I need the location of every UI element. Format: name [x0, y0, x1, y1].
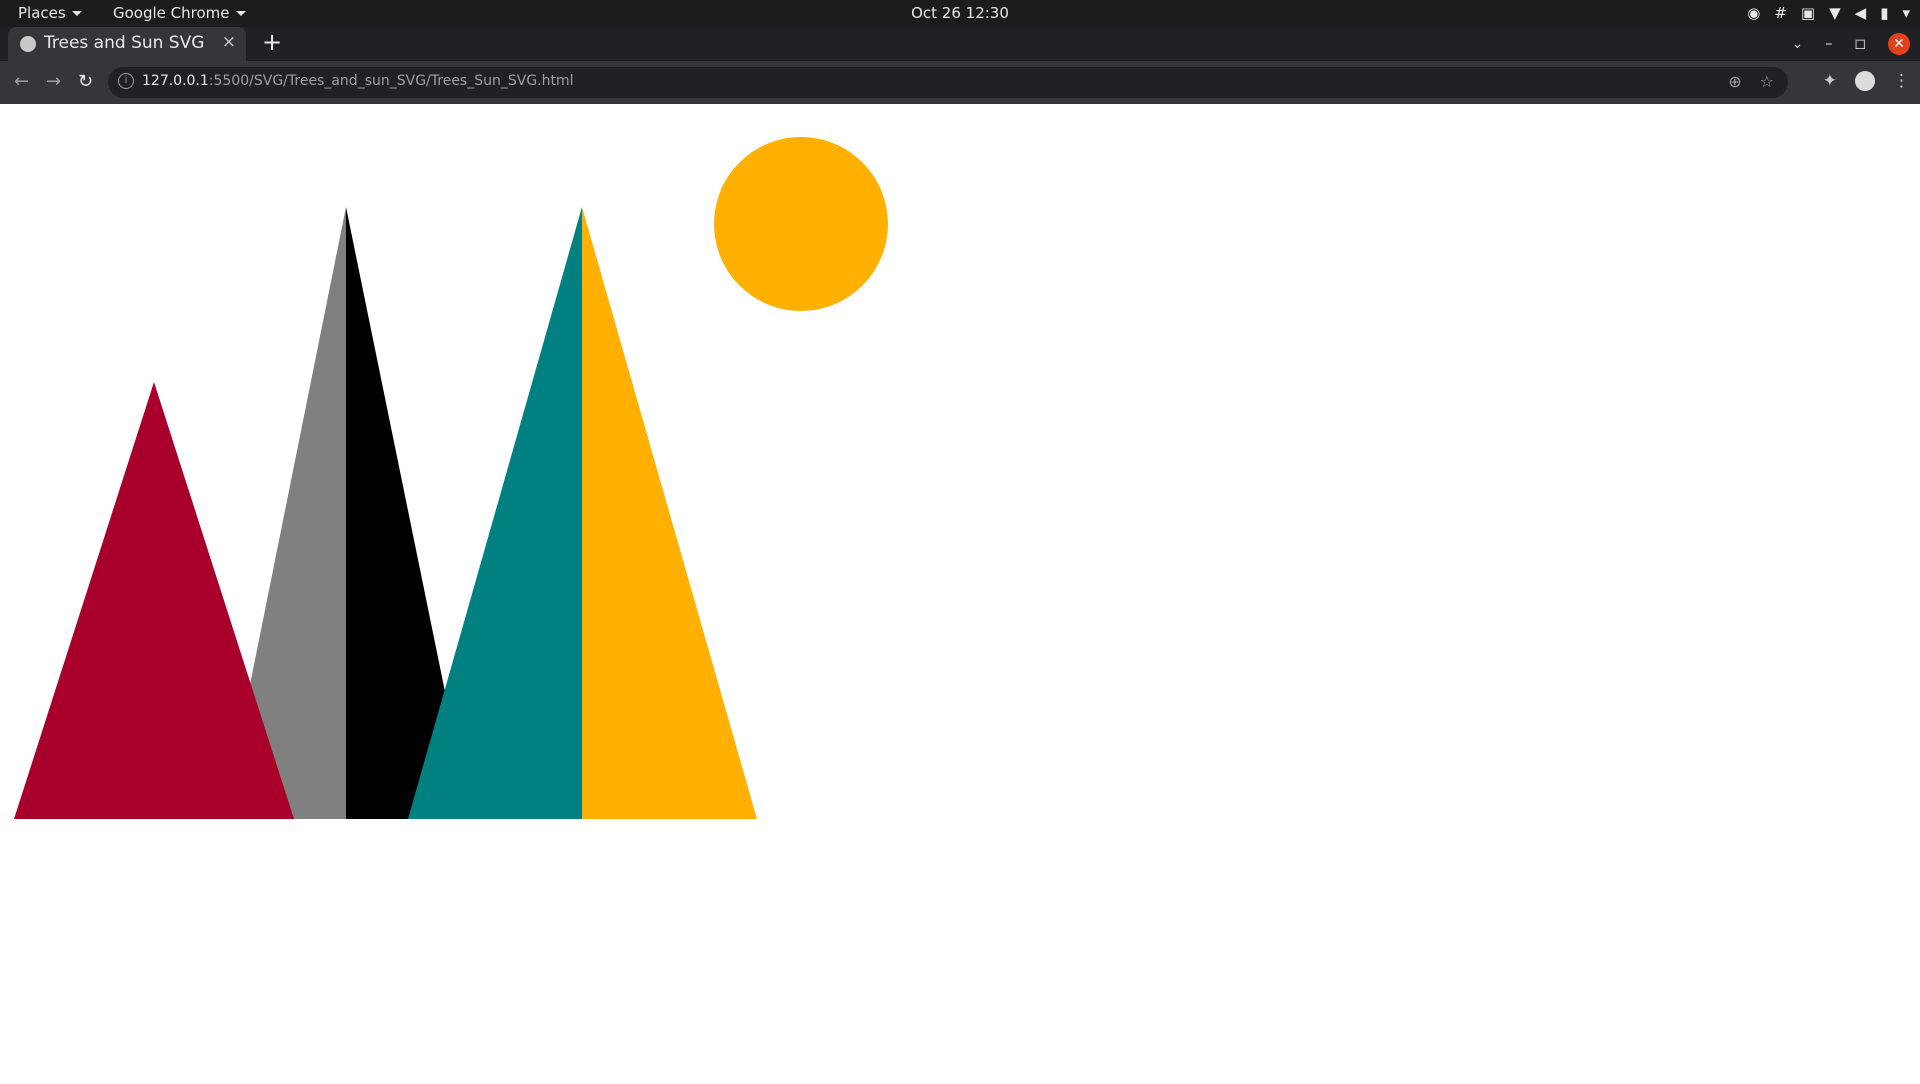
- url-host: 127.0.0.1: [142, 73, 209, 89]
- forward-arrow-icon[interactable]: →: [46, 71, 61, 92]
- slack-icon[interactable]: #: [1774, 4, 1787, 22]
- browser-tab[interactable]: Trees and Sun SVG ×: [8, 27, 246, 61]
- window-controls: ⌄ – ◻ ✕: [1792, 27, 1910, 61]
- close-tab-icon[interactable]: ×: [222, 32, 236, 52]
- tab-strip: Trees and Sun SVG × + ⌄ – ◻ ✕: [0, 27, 1920, 61]
- red-tree: [14, 382, 294, 819]
- zoom-icon[interactable]: ▣: [1801, 4, 1815, 22]
- browser-toolbar: ← → ↻ i 127.0.0.1:5500/SVG/Trees_and_sun…: [0, 61, 1920, 104]
- new-tab-button[interactable]: +: [262, 28, 282, 56]
- reload-icon[interactable]: ↻: [78, 71, 93, 92]
- tab-title: Trees and Sun SVG: [44, 33, 205, 53]
- profile-avatar[interactable]: [1855, 71, 1875, 91]
- system-tray[interactable]: ◉ # ▣ ▼ ◀ ▮ ▾: [1747, 4, 1910, 22]
- toolbar-actions: ✦ ⋮: [1823, 71, 1910, 91]
- maximize-button[interactable]: ◻: [1854, 36, 1866, 52]
- discord-icon[interactable]: ◉: [1747, 4, 1760, 22]
- page-content: [0, 104, 1920, 1080]
- tree-left-half-teal: [408, 207, 582, 819]
- more-menu-icon[interactable]: ⋮: [1893, 71, 1910, 91]
- info-icon[interactable]: i: [118, 73, 134, 89]
- chevron-down-icon[interactable]: ▾: [1902, 4, 1910, 22]
- clock[interactable]: Oct 26 12:30: [0, 4, 1920, 22]
- zoom-icon[interactable]: ⊕: [1728, 72, 1741, 91]
- address-bar[interactable]: i 127.0.0.1:5500/SVG/Trees_and_sun_SVG/T…: [108, 67, 1788, 98]
- wifi-icon[interactable]: ▼: [1829, 4, 1841, 22]
- back-arrow-icon[interactable]: ←: [14, 71, 29, 92]
- tab-search-icon[interactable]: ⌄: [1792, 36, 1804, 52]
- bookmark-star-icon[interactable]: ☆: [1760, 72, 1774, 91]
- globe-icon: [20, 36, 36, 52]
- close-window-button[interactable]: ✕: [1888, 33, 1910, 55]
- trees-and-sun-drawing: [14, 137, 888, 819]
- url-path: :5500/SVG/Trees_and_sun_SVG/Trees_Sun_SV…: [208, 73, 574, 89]
- battery-icon[interactable]: ▮: [1880, 4, 1888, 22]
- extensions-icon[interactable]: ✦: [1823, 71, 1837, 91]
- tree-right-half-yellow: [582, 207, 757, 819]
- omnibox-actions: ⊕ ☆: [1728, 72, 1774, 91]
- sun: [714, 137, 888, 311]
- system-top-bar: Places Google Chrome Oct 26 12:30 ◉ # ▣ …: [0, 0, 1920, 27]
- minimize-button[interactable]: –: [1825, 36, 1832, 52]
- url-text[interactable]: 127.0.0.1:5500/SVG/Trees_and_sun_SVG/Tre…: [142, 73, 574, 89]
- volume-icon[interactable]: ◀: [1855, 4, 1867, 22]
